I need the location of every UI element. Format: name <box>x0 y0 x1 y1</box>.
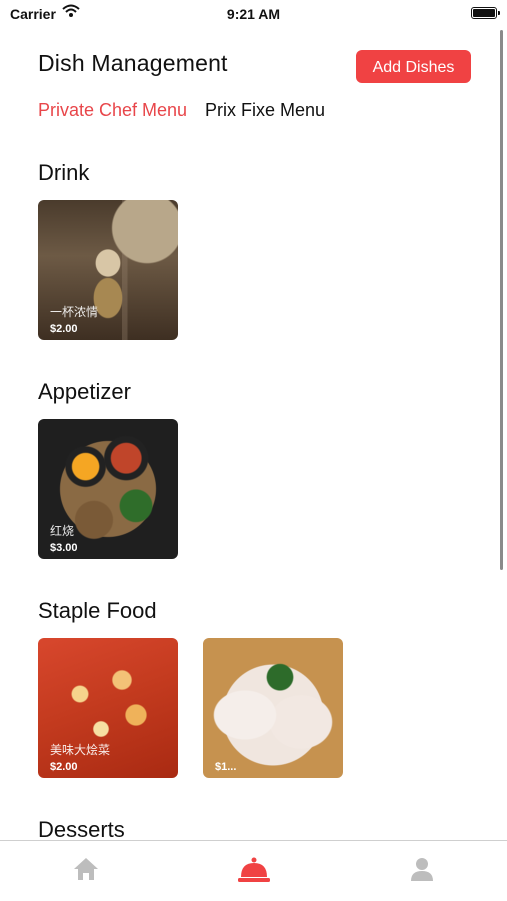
tab-prix-fixe-menu[interactable]: Prix Fixe Menu <box>205 100 325 121</box>
dish-name: 一杯浓情 <box>50 305 99 319</box>
status-time: 9:21 AM <box>226 6 281 22</box>
service-bell-icon[interactable] <box>236 855 272 890</box>
dish-price: $2.00 <box>50 761 78 773</box>
dish-card[interactable]: $1... <box>203 638 343 778</box>
home-icon[interactable] <box>72 855 100 888</box>
page-title: Dish Management <box>38 50 228 76</box>
tab-private-chef-menu[interactable]: Private Chef Menu <box>38 100 187 121</box>
scrollbar[interactable] <box>500 30 503 570</box>
dish-price: $2.00 <box>50 323 78 335</box>
dish-price: $1... <box>215 761 237 773</box>
user-icon[interactable] <box>408 855 436 888</box>
add-dishes-button[interactable]: Add Dishes <box>356 50 471 83</box>
dish-card[interactable]: 一杯浓情 $2.00 <box>38 200 178 340</box>
dish-card[interactable]: 红烧 $3.00 <box>38 419 178 559</box>
section-title-appetizer: Appetizer <box>38 379 131 404</box>
section-title-drink: Drink <box>38 160 90 185</box>
dish-name: 红烧 <box>50 524 75 538</box>
dish-card[interactable]: 美味大烩菜 $2.00 <box>38 638 178 778</box>
battery-icon <box>471 7 500 19</box>
tab-bar <box>0 840 507 901</box>
status-bar: Carrier 9:21 AM <box>0 0 507 28</box>
dish-price: $3.00 <box>50 542 78 554</box>
section-title-staple-food: Staple Food <box>38 598 157 623</box>
dish-name: 美味大烩菜 <box>50 743 111 757</box>
